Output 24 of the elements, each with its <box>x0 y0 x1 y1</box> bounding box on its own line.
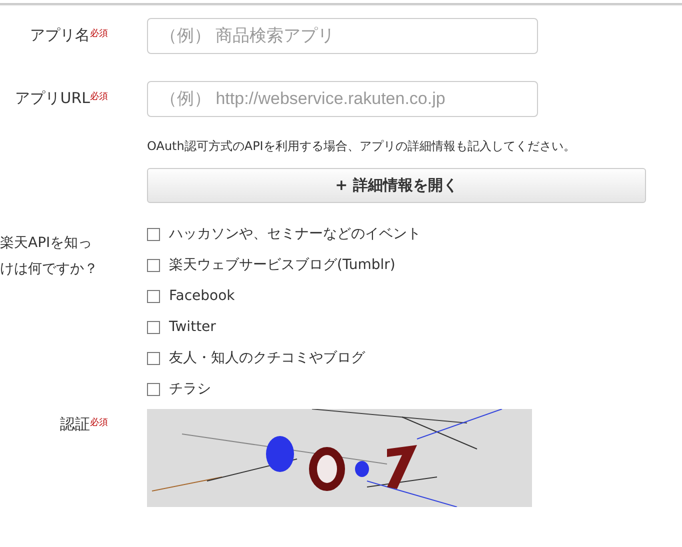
option-label: Facebook <box>169 288 235 304</box>
text-field[interactable]: （例） http://webservice.rakuten.co.jp <box>147 81 538 117</box>
checkbox[interactable] <box>147 352 160 364</box>
checkbox[interactable] <box>147 258 160 272</box>
field-label: 認証 <box>60 415 90 433</box>
checkbox[interactable] <box>147 320 160 334</box>
expand-button[interactable]: + 詳細情報を開く <box>147 168 646 203</box>
field-label: アプリ名 <box>30 26 90 44</box>
option-label: Twitter <box>169 319 216 335</box>
help-text: OAuth認可方式のAPIを利用する場合、アプリの詳細情報も記入してください。 <box>147 138 576 155</box>
checkbox[interactable] <box>147 228 160 240</box>
field-label: 楽天APIを知っ <box>0 234 92 253</box>
text-field[interactable]: （例） 商品検索アプリ <box>147 18 538 54</box>
option-label: 友人・知人のクチコミやブログ <box>169 349 365 367</box>
required-mark: 必須 <box>90 29 108 39</box>
checkbox[interactable] <box>147 290 160 302</box>
field-label: けは何ですか？ <box>0 260 98 279</box>
option-label: チラシ <box>169 380 211 398</box>
required-mark: 必須 <box>90 92 108 102</box>
option-label: ハッカソンや、セミナーなどのイベント <box>169 225 421 243</box>
field-label: アプリURL <box>15 89 90 107</box>
option-label: 楽天ウェブサービスブログ(Tumblr) <box>169 256 396 274</box>
checkbox[interactable] <box>147 382 160 396</box>
required-mark: 必須 <box>90 418 108 428</box>
